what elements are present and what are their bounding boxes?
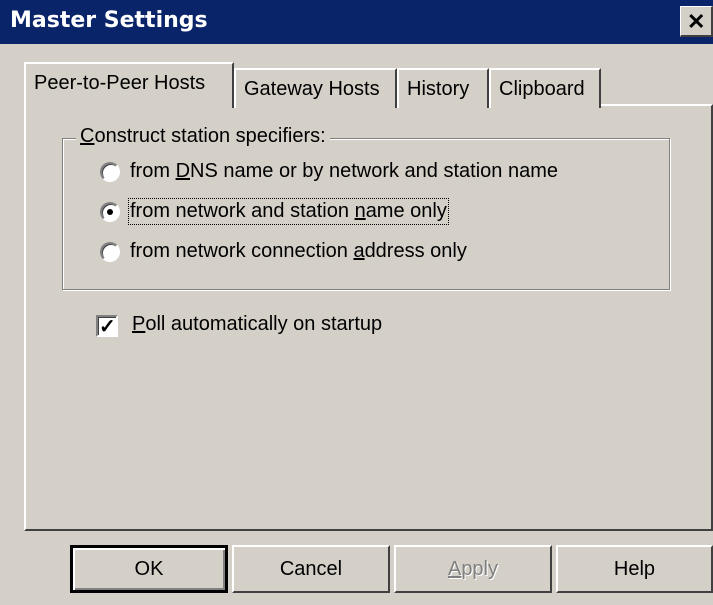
checkmark-icon: ✓ (99, 316, 116, 338)
radio-selected-dot (107, 209, 113, 215)
tab-peer-to-peer-hosts[interactable]: Peer-to-Peer Hosts (24, 62, 234, 108)
tab-label: Clipboard (499, 78, 585, 100)
title-bar[interactable]: Master Settings ✕ (0, 0, 713, 44)
group-legend: Construct station specifiers: (76, 125, 330, 148)
poll-checkbox[interactable]: ✓ (96, 315, 118, 338)
tab-label: Peer-to-Peer Hosts (34, 72, 206, 94)
radio-label: from network and station name only (128, 198, 449, 225)
radio-button[interactable] (100, 242, 120, 262)
poll-label: Poll automatically on startup (132, 313, 383, 335)
help-button[interactable]: Help (556, 545, 713, 593)
tab-label: Gateway Hosts (244, 78, 380, 100)
window-title: Master Settings (10, 8, 208, 33)
radio-label: from network connection address only (130, 240, 467, 262)
tab-gateway-hosts[interactable]: Gateway Hosts (234, 68, 397, 108)
cancel-button[interactable]: Cancel (232, 545, 390, 593)
close-icon: ✕ (687, 9, 706, 34)
close-button[interactable]: ✕ (680, 6, 713, 37)
radio-button[interactable] (100, 162, 120, 182)
apply-button[interactable]: Apply (394, 545, 552, 593)
tab-history[interactable]: History (397, 68, 489, 108)
radio-label: from DNS name or by network and station … (130, 160, 558, 182)
tab-label: History (407, 78, 470, 100)
tab-clipboard[interactable]: Clipboard (489, 68, 601, 108)
ok-button[interactable]: OK (70, 545, 228, 593)
radio-button[interactable] (100, 202, 120, 222)
